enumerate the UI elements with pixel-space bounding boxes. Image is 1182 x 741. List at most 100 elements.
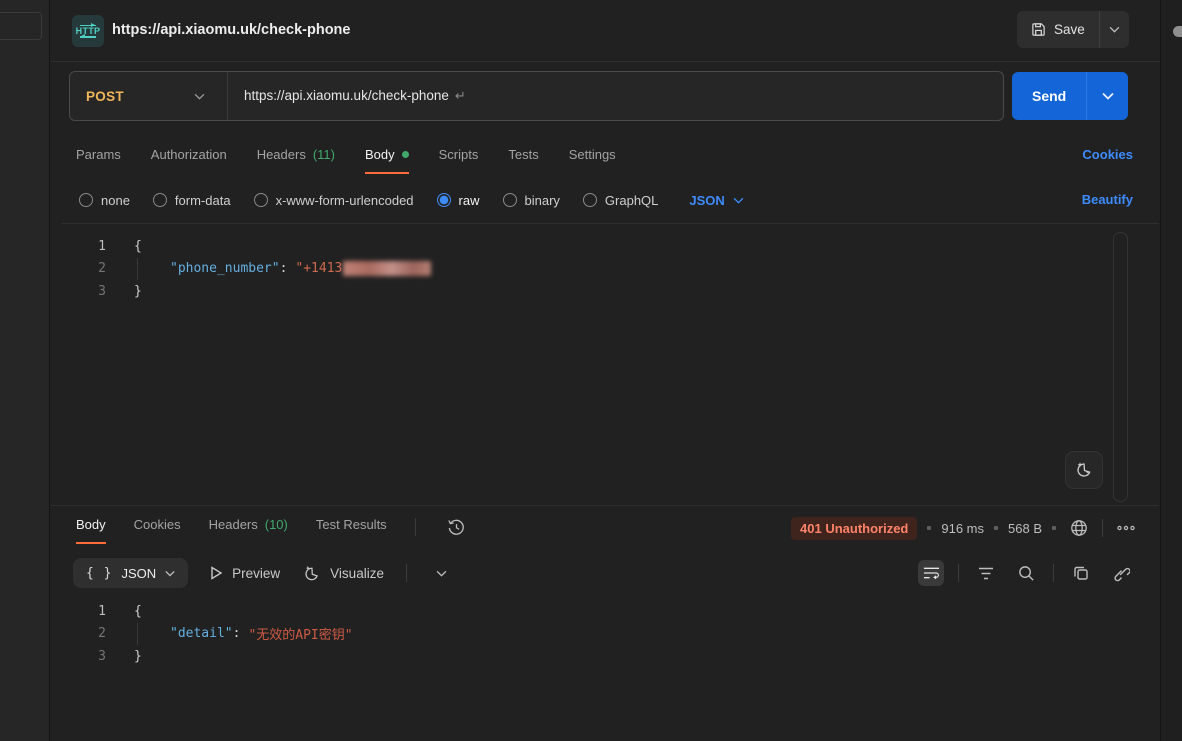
code-line: 1 { bbox=[61, 235, 1159, 258]
url-bar: POST https://api.xiaomu.uk/check-phone↵ bbox=[69, 71, 1004, 121]
response-history-button[interactable] bbox=[444, 514, 470, 540]
network-info-button[interactable] bbox=[1066, 515, 1092, 541]
dot-separator bbox=[1052, 526, 1056, 530]
mode-label: x-www-form-urlencoded bbox=[276, 193, 414, 208]
mode-x-www-form-urlencoded[interactable]: x-www-form-urlencoded bbox=[254, 193, 414, 208]
request-body-editor[interactable]: 1 { 2 "phone_number":"+1413 3 } bbox=[61, 223, 1159, 505]
response-time[interactable]: 916 ms bbox=[941, 521, 984, 536]
method-select[interactable]: POST bbox=[70, 72, 228, 120]
tab-label: Cookies bbox=[134, 517, 181, 532]
request-panel: HTTP https://api.xiaomu.uk/check-phone S… bbox=[51, 0, 1160, 741]
radio-icon bbox=[153, 193, 167, 207]
mode-none[interactable]: none bbox=[79, 193, 130, 208]
link-button[interactable] bbox=[1108, 560, 1134, 586]
save-button[interactable]: Save bbox=[1017, 11, 1099, 48]
divider bbox=[958, 564, 959, 582]
preview-button[interactable]: Preview bbox=[210, 566, 280, 581]
body-modified-dot bbox=[402, 151, 409, 158]
visualize-button[interactable]: Visualize bbox=[302, 564, 384, 583]
mode-label: raw bbox=[459, 193, 480, 208]
response-tab-body[interactable]: Body bbox=[76, 513, 106, 542]
status-badge[interactable]: 401 Unauthorized bbox=[791, 517, 917, 540]
copy-button[interactable] bbox=[1068, 560, 1094, 586]
headers-count: (10) bbox=[265, 517, 288, 532]
wrap-text-button[interactable] bbox=[918, 560, 944, 586]
postbot-sparkle-icon bbox=[1074, 460, 1094, 480]
tab-label: Headers bbox=[209, 517, 258, 532]
response-tab-test-results[interactable]: Test Results bbox=[316, 513, 387, 542]
tab-tests[interactable]: Tests bbox=[508, 143, 538, 172]
ellipsis-icon bbox=[1117, 525, 1135, 531]
code-text: : bbox=[233, 626, 241, 641]
copy-icon bbox=[1073, 565, 1089, 581]
json-key: "phone_number" bbox=[170, 261, 280, 276]
request-title: https://api.xiaomu.uk/check-phone bbox=[112, 22, 350, 38]
send-button[interactable]: Send bbox=[1012, 72, 1086, 120]
url-input[interactable]: https://api.xiaomu.uk/check-phone↵ bbox=[228, 88, 466, 104]
line-number: 2 bbox=[61, 626, 106, 641]
save-options-button[interactable] bbox=[1099, 11, 1129, 48]
line-number: 3 bbox=[61, 649, 106, 664]
play-icon bbox=[210, 566, 223, 580]
response-actions bbox=[918, 553, 1134, 593]
visualize-sparkle-icon bbox=[302, 564, 321, 583]
code-text: } bbox=[134, 649, 142, 664]
code-line: 2 "detail":"无效的API密钥" bbox=[61, 623, 1158, 646]
code-text: } bbox=[134, 284, 142, 299]
tab-label: Headers bbox=[257, 147, 306, 162]
scrollbar-track[interactable] bbox=[1113, 232, 1128, 502]
chevron-down-icon bbox=[165, 570, 175, 577]
response-format-select[interactable]: { } JSON bbox=[73, 558, 188, 588]
postbot-button[interactable] bbox=[1065, 451, 1103, 489]
mode-form-data[interactable]: form-data bbox=[153, 193, 231, 208]
send-options-button[interactable] bbox=[1086, 72, 1128, 120]
link-icon bbox=[1113, 565, 1130, 582]
mode-binary[interactable]: binary bbox=[503, 193, 560, 208]
response-tab-headers[interactable]: Headers (10) bbox=[209, 513, 288, 542]
tab-authorization[interactable]: Authorization bbox=[151, 143, 227, 172]
search-button[interactable] bbox=[1013, 560, 1039, 586]
response-size[interactable]: 568 B bbox=[1008, 521, 1042, 536]
mode-raw[interactable]: raw bbox=[437, 193, 480, 208]
app-window: HTTP https://api.xiaomu.uk/check-phone S… bbox=[0, 0, 1182, 741]
divider bbox=[1102, 519, 1103, 537]
cookies-link[interactable]: Cookies bbox=[1082, 147, 1133, 162]
globe-icon bbox=[1069, 518, 1089, 538]
preview-label: Preview bbox=[232, 566, 280, 581]
response-tab-cookies[interactable]: Cookies bbox=[134, 513, 181, 542]
arrow-left-icon bbox=[80, 36, 96, 38]
tab-label: Authorization bbox=[151, 147, 227, 162]
chevron-down-icon bbox=[436, 570, 447, 577]
filter-button[interactable] bbox=[973, 560, 999, 586]
braces-icon: { } bbox=[86, 566, 112, 581]
mode-graphql[interactable]: GraphQL bbox=[583, 193, 658, 208]
more-views-button[interactable] bbox=[429, 560, 455, 586]
line-number: 1 bbox=[61, 604, 106, 619]
format-label: JSON bbox=[121, 566, 156, 581]
json-value: "+1413 bbox=[295, 261, 342, 276]
code-text: { bbox=[134, 239, 142, 254]
request-header: HTTP https://api.xiaomu.uk/check-phone S… bbox=[51, 0, 1160, 62]
tab-body[interactable]: Body bbox=[365, 143, 409, 172]
headers-count: (11) bbox=[313, 147, 335, 162]
tab-scripts[interactable]: Scripts bbox=[439, 143, 479, 172]
collapsed-tab[interactable] bbox=[0, 12, 42, 40]
chevron-down-icon bbox=[194, 93, 205, 100]
mode-label: binary bbox=[525, 193, 560, 208]
history-clock-icon bbox=[447, 518, 466, 537]
beautify-link[interactable]: Beautify bbox=[1082, 192, 1133, 207]
response-options-button[interactable] bbox=[1113, 515, 1139, 541]
response-body-editor[interactable]: 1 { 2 "detail":"无效的API密钥" 3 } bbox=[61, 597, 1158, 668]
wrap-text-icon bbox=[923, 566, 940, 580]
tab-params[interactable]: Params bbox=[76, 143, 121, 172]
tab-headers[interactable]: Headers (11) bbox=[257, 143, 335, 172]
http-request-icon: HTTP bbox=[72, 15, 104, 47]
line-number: 1 bbox=[61, 239, 106, 254]
indent-guide bbox=[137, 623, 170, 646]
language-select[interactable]: JSON bbox=[689, 193, 743, 208]
tab-settings[interactable]: Settings bbox=[569, 143, 616, 172]
url-value: https://api.xiaomu.uk/check-phone bbox=[244, 88, 449, 103]
tab-label: Test Results bbox=[316, 517, 387, 532]
divider bbox=[415, 518, 416, 536]
left-sidebar-rail[interactable] bbox=[0, 0, 50, 741]
